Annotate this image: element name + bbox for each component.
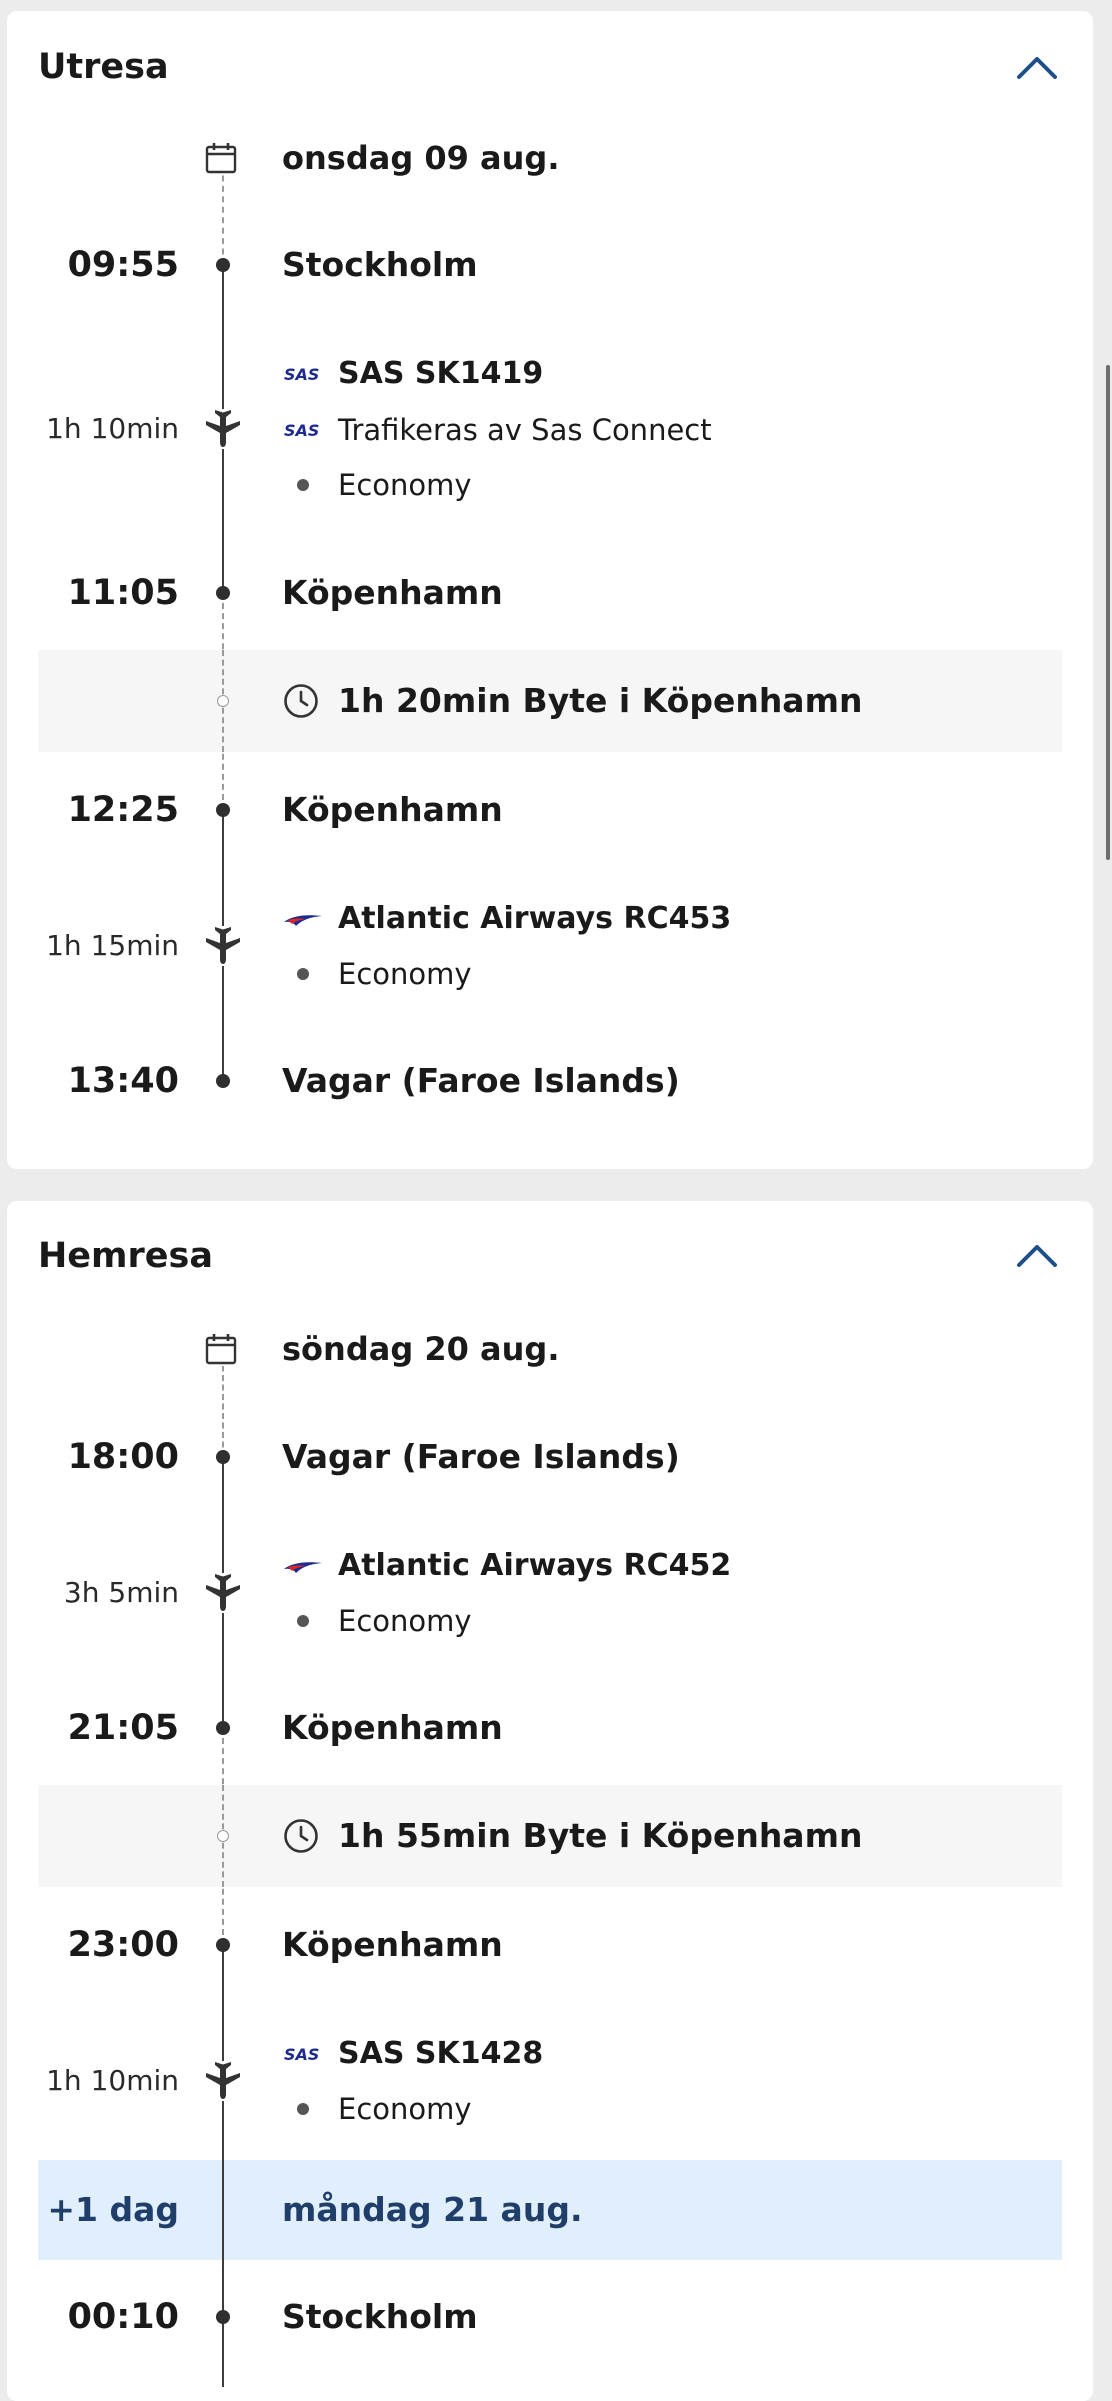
timeline-dashed [222,1356,224,1457]
timeline-stop-dot [216,2310,230,2324]
cabin-class: Economy [338,957,472,991]
flight-duration: 1h 15min [46,929,179,962]
flight-number: SAS SK1419 [338,356,544,391]
next-day-label: +1 dag [47,2190,179,2229]
layover-dot [217,695,229,707]
clock-icon [284,684,318,718]
flight-number: Atlantic Airways RC453 [338,901,732,936]
outbound-title: Utresa [38,47,169,87]
departure-time: 09:55 [67,245,179,285]
svg-text:SAS: SAS [284,421,319,440]
departure-time: 12:25 [67,790,179,830]
sas-logo: SAS [284,421,319,440]
timeline-stop-dot [216,1938,230,1952]
sas-logo: SAS [284,365,319,384]
airplane-icon [203,926,243,966]
atlantic-airways-logo [284,915,322,926]
sas-logo: SAS [284,2045,319,2064]
airplane-icon [203,1573,243,1613]
flight-row: Atlantic Airways RC453 [282,901,731,937]
arrival-time: 00:10 [67,2297,179,2337]
flight-row: Atlantic Airways RC452 [282,1548,731,1584]
clock-icon [284,1819,318,1853]
departure-time: 18:00 [67,1437,179,1477]
atlantic-airways-logo [284,1562,322,1573]
operated-by-row: SAS Trafikeras av Sas Connect [282,412,712,448]
departure-place: Vagar (Faroe Islands) [282,1437,680,1476]
arrival-place: Vagar (Faroe Islands) [282,1061,680,1100]
flight-row: SAS SAS SK1428 [282,2036,543,2072]
flight-duration: 1h 10min [46,412,179,445]
next-day-date: måndag 21 aug. [282,2190,583,2229]
calendar-icon [204,141,238,175]
departure-place: Stockholm [282,245,478,284]
departure-place: Köpenhamn [282,1925,503,1964]
chevron-up-icon[interactable] [1015,53,1059,83]
timeline-line [222,2160,224,2260]
cabin-row: Economy [282,1603,472,1639]
calendar-icon [204,1332,238,1366]
scrollbar[interactable] [1106,365,1110,860]
operated-by: Trafikeras av Sas Connect [338,413,712,447]
timeline-stop-dot [216,586,230,600]
cabin-class: Economy [338,1604,472,1638]
cabin-row: Economy [282,467,472,503]
flight-number: Atlantic Airways RC452 [338,1548,732,1583]
arrival-place: Stockholm [282,2297,478,2336]
timeline-stop-dot [216,1721,230,1735]
arrival-time: 11:05 [67,573,179,613]
timeline-stop-dot [216,1450,230,1464]
flight-duration: 3h 5min [63,1576,179,1609]
arrival-time: 21:05 [67,1708,179,1748]
flight-row: SAS SAS SK1419 [282,356,543,392]
outbound-date: onsdag 09 aug. [282,139,560,177]
arrival-time: 13:40 [67,1061,179,1101]
layover-dot [217,1830,229,1842]
layover-text: 1h 55min Byte i Köpenhamn [338,1816,863,1855]
svg-text:SAS: SAS [284,365,319,384]
timeline-dashed [222,165,224,265]
flight-duration: 1h 10min [46,2064,179,2097]
departure-place: Köpenhamn [282,790,503,829]
timeline-stop-dot [216,258,230,272]
flight-number: SAS SK1428 [338,2036,544,2071]
departure-time: 23:00 [67,1925,179,1965]
cabin-class: Economy [338,468,472,502]
chevron-up-icon[interactable] [1015,1241,1059,1271]
cabin-row: Economy [282,2091,472,2127]
airplane-icon [203,2061,243,2101]
timeline-stop-dot [216,803,230,817]
arrival-place: Köpenhamn [282,573,503,612]
svg-text:SAS: SAS [284,2045,319,2064]
cabin-class: Economy [338,2092,472,2126]
layover-text: 1h 20min Byte i Köpenhamn [338,681,863,720]
return-date: söndag 20 aug. [282,1330,560,1368]
timeline-stop-dot [216,1074,230,1088]
airplane-icon [203,409,243,449]
cabin-row: Economy [282,956,472,992]
return-title: Hemresa [38,1236,213,1276]
arrival-place: Köpenhamn [282,1708,503,1747]
